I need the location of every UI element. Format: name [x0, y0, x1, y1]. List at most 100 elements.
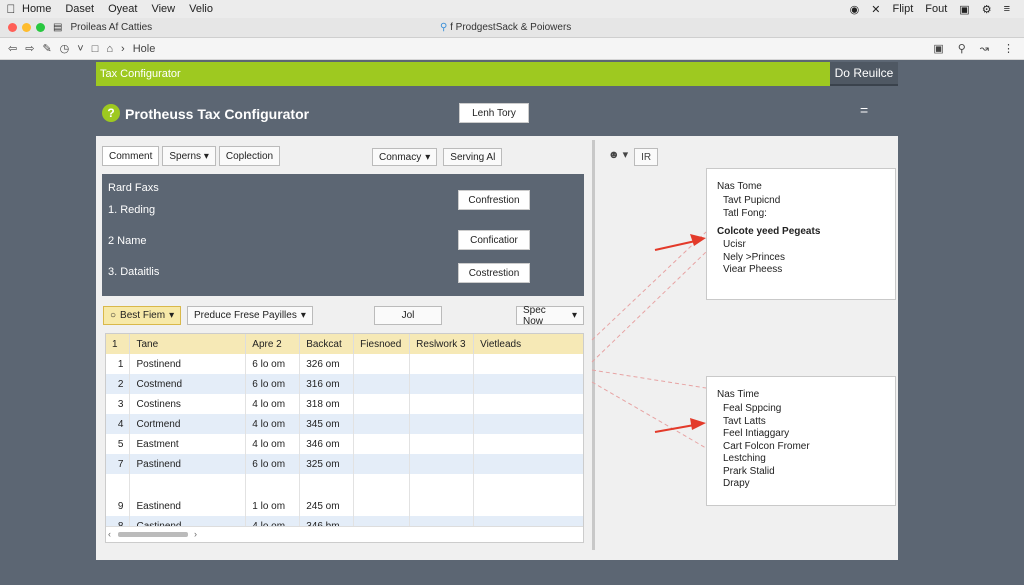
table-cell	[353, 374, 411, 394]
hamburger-menu-icon[interactable]: =	[860, 102, 868, 118]
app-logo-icon: ?	[102, 104, 120, 122]
menu-velio[interactable]: Velio	[189, 3, 213, 15]
column-header[interactable]: Apre 2	[245, 334, 301, 354]
card-item: Viear Pheess	[723, 264, 783, 275]
column-header[interactable]: Fiesnoed	[353, 334, 411, 354]
menu-view[interactable]: View	[151, 3, 175, 15]
column-header[interactable]: 1	[106, 334, 131, 354]
filter-bar: Conmacy ▾ Serving Al	[372, 148, 503, 166]
data-table: 1 Tane Apre 2 Backcat Fiesnoed Reslwork …	[105, 333, 584, 543]
sidebar-toggle-icon[interactable]: ▤	[53, 22, 62, 33]
menu-oyeat[interactable]: Oyeat	[108, 3, 137, 15]
table-row[interactable]	[106, 474, 583, 496]
table-row[interactable]: 2 Costmend 6 lo om 316 om	[106, 374, 583, 394]
table-cell: Costinens	[129, 394, 247, 414]
table-row[interactable]: 4 Cortmend 4 lo om 345 om	[106, 414, 583, 434]
tab-sperns-label: Sperns	[169, 150, 202, 162]
column-header[interactable]: Reslwork 3	[409, 334, 475, 354]
zoom-window-button[interactable]	[36, 23, 45, 32]
scroll-left-icon[interactable]: ‹	[108, 529, 111, 539]
chevron-down-icon: ▾	[203, 150, 209, 162]
best-fiem-dropdown[interactable]: ○ Best Fiem ▾	[103, 306, 182, 325]
serving-al-button[interactable]: Serving Al	[443, 148, 503, 166]
horizontal-scrollbar[interactable]: ‹ ›	[106, 526, 583, 542]
column-header[interactable]: Backcat	[299, 334, 355, 354]
apple-icon[interactable]: 	[0, 2, 22, 16]
grid-view-button[interactable]: IR	[634, 148, 659, 166]
menu-flipt[interactable]: Flipt	[893, 3, 914, 15]
table-cell	[353, 496, 411, 516]
do-reuilce-button[interactable]: Do Reuilce	[830, 62, 898, 86]
table-row[interactable]: 7 Pastinend 6 lo om 325 om	[106, 454, 583, 474]
card-item: Cart Folcon Fromer	[723, 440, 810, 452]
table-cell: Postinend	[129, 354, 247, 374]
user-icon[interactable]: ☻ ▾	[608, 148, 628, 166]
spec-now-label: Spec Now	[523, 304, 546, 327]
menu-home[interactable]: Home	[22, 3, 51, 15]
scrollbar-thumb[interactable]	[118, 532, 188, 537]
back-arrow-icon[interactable]: ⇦	[8, 42, 17, 55]
info-card-2: Nas Time Feal Sppcing Tavt Latts Feel In…	[706, 376, 896, 506]
jol-button[interactable]: Jol	[374, 306, 442, 325]
settings-icon[interactable]: ⚙	[982, 3, 992, 16]
pane-splitter[interactable]	[592, 140, 595, 550]
table-cell	[353, 454, 411, 474]
close-x-icon[interactable]: ✕	[871, 3, 880, 16]
menu-daset[interactable]: Daset	[65, 3, 94, 15]
pin-icon: ⚲	[440, 22, 448, 33]
search-icon[interactable]: ⚲	[958, 42, 966, 55]
table-cell	[409, 374, 475, 394]
table-cell	[353, 394, 411, 414]
edit-icon[interactable]: ✎	[42, 42, 51, 55]
table-row[interactable]: 1 Postinend 6 lo om 326 om	[106, 354, 583, 374]
preduce-dropdown[interactable]: Preduce Frese Payilles ▾	[187, 306, 313, 325]
lenh-tory-button[interactable]: Lenh Tory	[459, 103, 529, 123]
window-titlebar: ▤ Proileas Af Catties ⚲ f ProdgestSack &…	[0, 18, 1024, 38]
card-item: Prark Stalid	[723, 465, 775, 477]
home-icon[interactable]: ⌂	[106, 43, 113, 55]
menu-fout[interactable]: Fout	[925, 3, 947, 15]
table-cell: 2	[106, 374, 131, 394]
document-icon[interactable]: □	[92, 43, 99, 55]
card-item: Drapy	[723, 478, 750, 489]
table-cell: 1	[106, 354, 131, 374]
table-row[interactable]: 3 Costinens 4 lo om 318 om	[106, 394, 583, 414]
column-header[interactable]: Tane	[129, 334, 247, 354]
chevron-down-icon: ▾	[169, 310, 175, 321]
costrestion-button[interactable]: Costrestion	[458, 263, 530, 283]
scroll-right-icon[interactable]: ›	[194, 529, 197, 539]
confrestion-button[interactable]: Confrestion	[458, 190, 530, 210]
column-header[interactable]: Vietleads	[473, 334, 583, 354]
bookmark-icon[interactable]: ▣	[933, 42, 943, 55]
page-title: Protheuss Tax Configurator	[125, 106, 310, 122]
record-icon[interactable]: ◉	[850, 3, 860, 16]
conmacy-dropdown[interactable]: Conmacy ▾	[372, 148, 438, 166]
table-row[interactable]: 5 Eastment 4 lo om 346 om	[106, 434, 583, 454]
conficatior-button[interactable]: Conficatior	[458, 230, 530, 250]
close-window-button[interactable]	[8, 23, 17, 32]
menu-list-icon[interactable]: ≡	[1004, 3, 1010, 15]
preduce-label: Preduce Frese Payilles	[194, 310, 297, 321]
table-cell	[473, 374, 583, 394]
table-row[interactable]: 9 Eastinend 1 lo om 245 om	[106, 496, 583, 516]
tab-comment[interactable]: Comment	[102, 146, 160, 166]
more-icon[interactable]: ⋮	[1003, 42, 1014, 55]
lock-icon[interactable]: ▣	[959, 3, 969, 16]
rard-faxs-row-label: 2 Name	[108, 235, 147, 247]
share-icon[interactable]: ↝	[980, 42, 989, 55]
serving-al-label: Serving Al	[450, 151, 496, 163]
minimize-window-button[interactable]	[22, 23, 31, 32]
spec-now-dropdown[interactable]: Spec Now ▾	[516, 304, 584, 327]
table-cell: 346 om	[299, 434, 355, 454]
window-title: ⚲ f ProdgestSack & Poiowers	[440, 22, 571, 33]
tab-coplection[interactable]: Coplection	[218, 146, 281, 166]
table-toolbar: ○ Best Fiem ▾ Preduce Frese Payilles ▾ Jol …	[102, 304, 584, 327]
clock-icon[interactable]: ◷	[60, 42, 70, 55]
table-cell: 316 om	[299, 374, 355, 394]
table-cell: 9	[106, 496, 131, 516]
table-cell: 5	[106, 434, 131, 454]
chevron-down-icon[interactable]: ˅	[77, 43, 83, 55]
table-cell	[473, 394, 583, 414]
tab-sperns[interactable]: Sperns ▾	[162, 146, 216, 166]
forward-arrow-icon[interactable]: ⇨	[25, 42, 34, 55]
